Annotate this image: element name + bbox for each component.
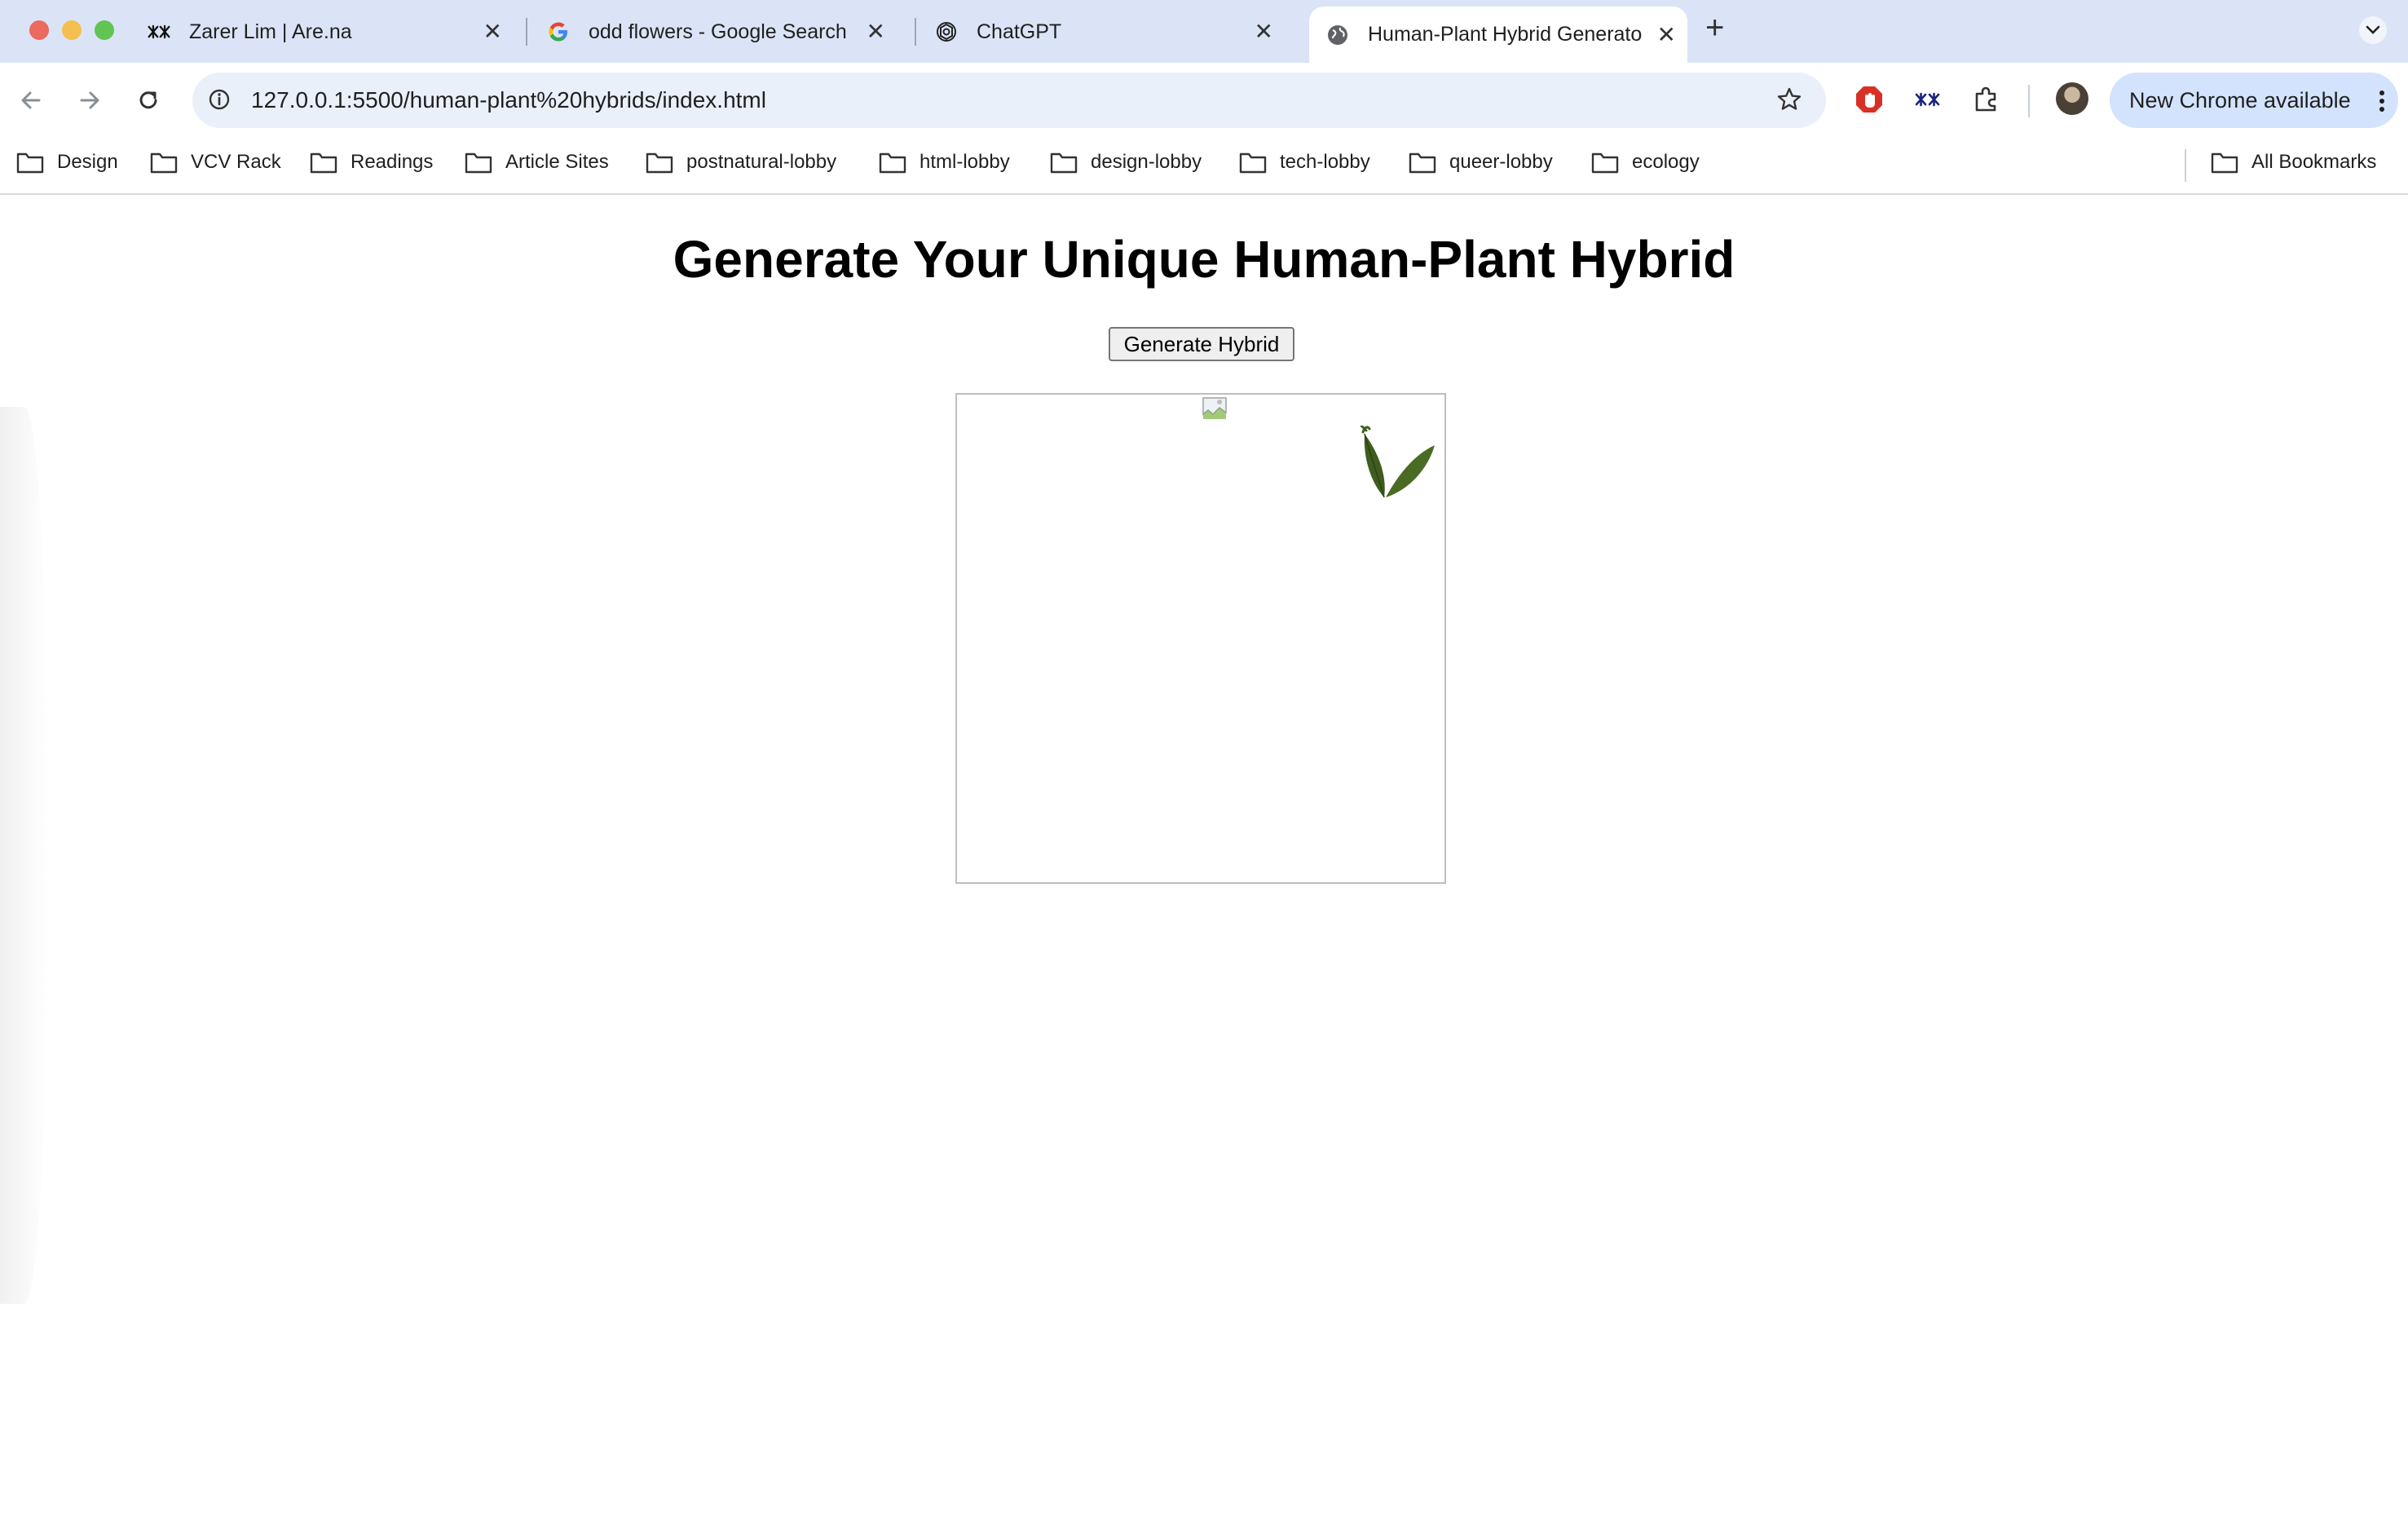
bookmark-label: postnatural-lobby bbox=[686, 151, 837, 173]
bookmark-folder-ecology[interactable]: ecology bbox=[1591, 151, 1700, 174]
folder-icon bbox=[465, 152, 492, 174]
minimize-window-button[interactable] bbox=[62, 20, 82, 40]
profile-avatar[interactable] bbox=[2056, 82, 2088, 115]
arrow-left-icon bbox=[21, 91, 41, 109]
new-tab-button[interactable]: + bbox=[1705, 11, 1724, 44]
bookmark-folder-queer-lobby[interactable]: queer-lobby bbox=[1409, 151, 1553, 174]
globe-icon bbox=[1325, 23, 1350, 47]
arena-extension-icon[interactable] bbox=[1912, 84, 1943, 119]
bookmark-label: html-lobby bbox=[920, 151, 1010, 173]
bookmark-label: ecology bbox=[1632, 151, 1700, 173]
tab-title: ChatGPT bbox=[977, 20, 1062, 43]
close-window-button[interactable] bbox=[29, 20, 49, 40]
close-icon[interactable]: ✕ bbox=[1657, 23, 1676, 46]
folder-icon bbox=[1591, 152, 1619, 174]
update-label: New Chrome available bbox=[2129, 87, 2351, 113]
folder-icon bbox=[646, 152, 673, 174]
more-vert-icon[interactable] bbox=[2377, 89, 2387, 117]
address-bar[interactable]: 127.0.0.1:5500/human-plant%20hybrids/ind… bbox=[192, 73, 1826, 128]
bookmarks-separator bbox=[2185, 149, 2186, 182]
bookmark-folder-vcv-rack[interactable]: VCV Rack bbox=[150, 151, 281, 174]
edge-shadow bbox=[0, 407, 49, 1304]
close-icon[interactable]: ✕ bbox=[483, 20, 502, 43]
leaf-sprout-image bbox=[1356, 424, 1438, 508]
site-info-icon[interactable] bbox=[207, 87, 232, 112]
url-text: 127.0.0.1:5500/human-plant%20hybrids/ind… bbox=[251, 87, 766, 113]
folder-icon bbox=[310, 152, 337, 174]
adblock-extension-icon[interactable] bbox=[1854, 84, 1885, 119]
folder-icon bbox=[1050, 152, 1078, 174]
bookmark-folder-tech-lobby[interactable]: tech-lobby bbox=[1239, 151, 1370, 174]
maximize-window-button[interactable] bbox=[95, 20, 114, 40]
chevron-down-icon bbox=[2359, 16, 2387, 44]
tab-strip: Zarer Lim | Are.na ✕ odd flowers - Googl… bbox=[0, 0, 2408, 63]
tab-separator bbox=[526, 18, 527, 46]
bookmark-folder-html-lobby[interactable]: html-lobby bbox=[879, 151, 1010, 174]
page-content: Generate Your Unique Human-Plant Hybrid … bbox=[0, 195, 2408, 1537]
tab-google-search[interactable]: odd flowers - Google Search ✕ bbox=[546, 7, 897, 57]
bookmark-folder-all-bookmarks[interactable]: All Bookmarks bbox=[2211, 151, 2376, 174]
close-icon[interactable]: ✕ bbox=[867, 20, 885, 43]
forward-button[interactable] bbox=[75, 86, 104, 115]
reload-icon bbox=[139, 91, 157, 109]
arrow-right-icon bbox=[80, 91, 99, 109]
bookmark-label: tech-lobby bbox=[1280, 151, 1370, 173]
bookmark-label: Readings bbox=[351, 151, 434, 173]
bookmark-label: VCV Rack bbox=[191, 151, 281, 173]
tab-chatgpt[interactable]: ChatGPT ✕ bbox=[934, 7, 1285, 57]
folder-icon bbox=[16, 152, 44, 174]
tab-separator bbox=[915, 18, 916, 46]
folder-icon bbox=[150, 152, 178, 174]
bookmark-folder-readings[interactable]: Readings bbox=[310, 151, 433, 174]
folder-icon bbox=[1409, 152, 1436, 174]
tab-title: odd flowers - Google Search bbox=[589, 20, 847, 43]
bookmark-label: design-lobby bbox=[1091, 151, 1202, 173]
bookmark-folder-design-lobby[interactable]: design-lobby bbox=[1050, 151, 1202, 174]
tab-search-button[interactable] bbox=[2359, 16, 2387, 48]
close-icon[interactable]: ✕ bbox=[1255, 20, 1273, 43]
bookmark-folder-article-sites[interactable]: Article Sites bbox=[465, 151, 609, 174]
extensions-puzzle-icon[interactable] bbox=[1971, 84, 2002, 119]
page-title: Generate Your Unique Human-Plant Hybrid bbox=[673, 230, 1735, 289]
chatgpt-icon bbox=[934, 20, 959, 44]
generate-hybrid-button[interactable]: Generate Hybrid bbox=[1109, 327, 1294, 361]
folder-icon bbox=[2211, 152, 2238, 174]
google-icon bbox=[546, 20, 571, 44]
chrome-update-button[interactable]: New Chrome available bbox=[2110, 73, 2398, 128]
bookmark-label: All Bookmarks bbox=[2251, 151, 2377, 173]
bookmark-label: Design bbox=[57, 151, 118, 173]
hybrid-canvas bbox=[955, 393, 1446, 884]
tab-title: Zarer Lim | Are.na bbox=[189, 20, 352, 43]
folder-icon bbox=[1239, 152, 1267, 174]
bookmark-label: queer-lobby bbox=[1449, 151, 1553, 173]
arena-icon bbox=[147, 20, 171, 44]
bookmark-star-icon[interactable] bbox=[1775, 86, 1803, 117]
folder-icon bbox=[879, 152, 906, 174]
back-button[interactable] bbox=[16, 86, 46, 115]
reload-button[interactable] bbox=[134, 86, 163, 115]
tab-title: Human-Plant Hybrid Generato bbox=[1368, 23, 1643, 46]
broken-image-icon bbox=[1202, 396, 1228, 421]
tab-arena[interactable]: Zarer Lim | Are.na ✕ bbox=[147, 7, 514, 57]
toolbar-separator bbox=[2028, 85, 2030, 117]
tab-human-plant-hybrid[interactable]: Human-Plant Hybrid Generato ✕ bbox=[1309, 7, 1687, 63]
bookmark-label: Article Sites bbox=[505, 151, 609, 173]
browser-toolbar: 127.0.0.1:5500/human-plant%20hybrids/ind… bbox=[0, 63, 2408, 138]
bookmark-folder-postnatural-lobby[interactable]: postnatural-lobby bbox=[646, 151, 836, 174]
bookmarks-bar: Design VCV Rack Readings Article Sites p… bbox=[0, 138, 2408, 195]
bookmark-folder-design[interactable]: Design bbox=[16, 151, 118, 174]
